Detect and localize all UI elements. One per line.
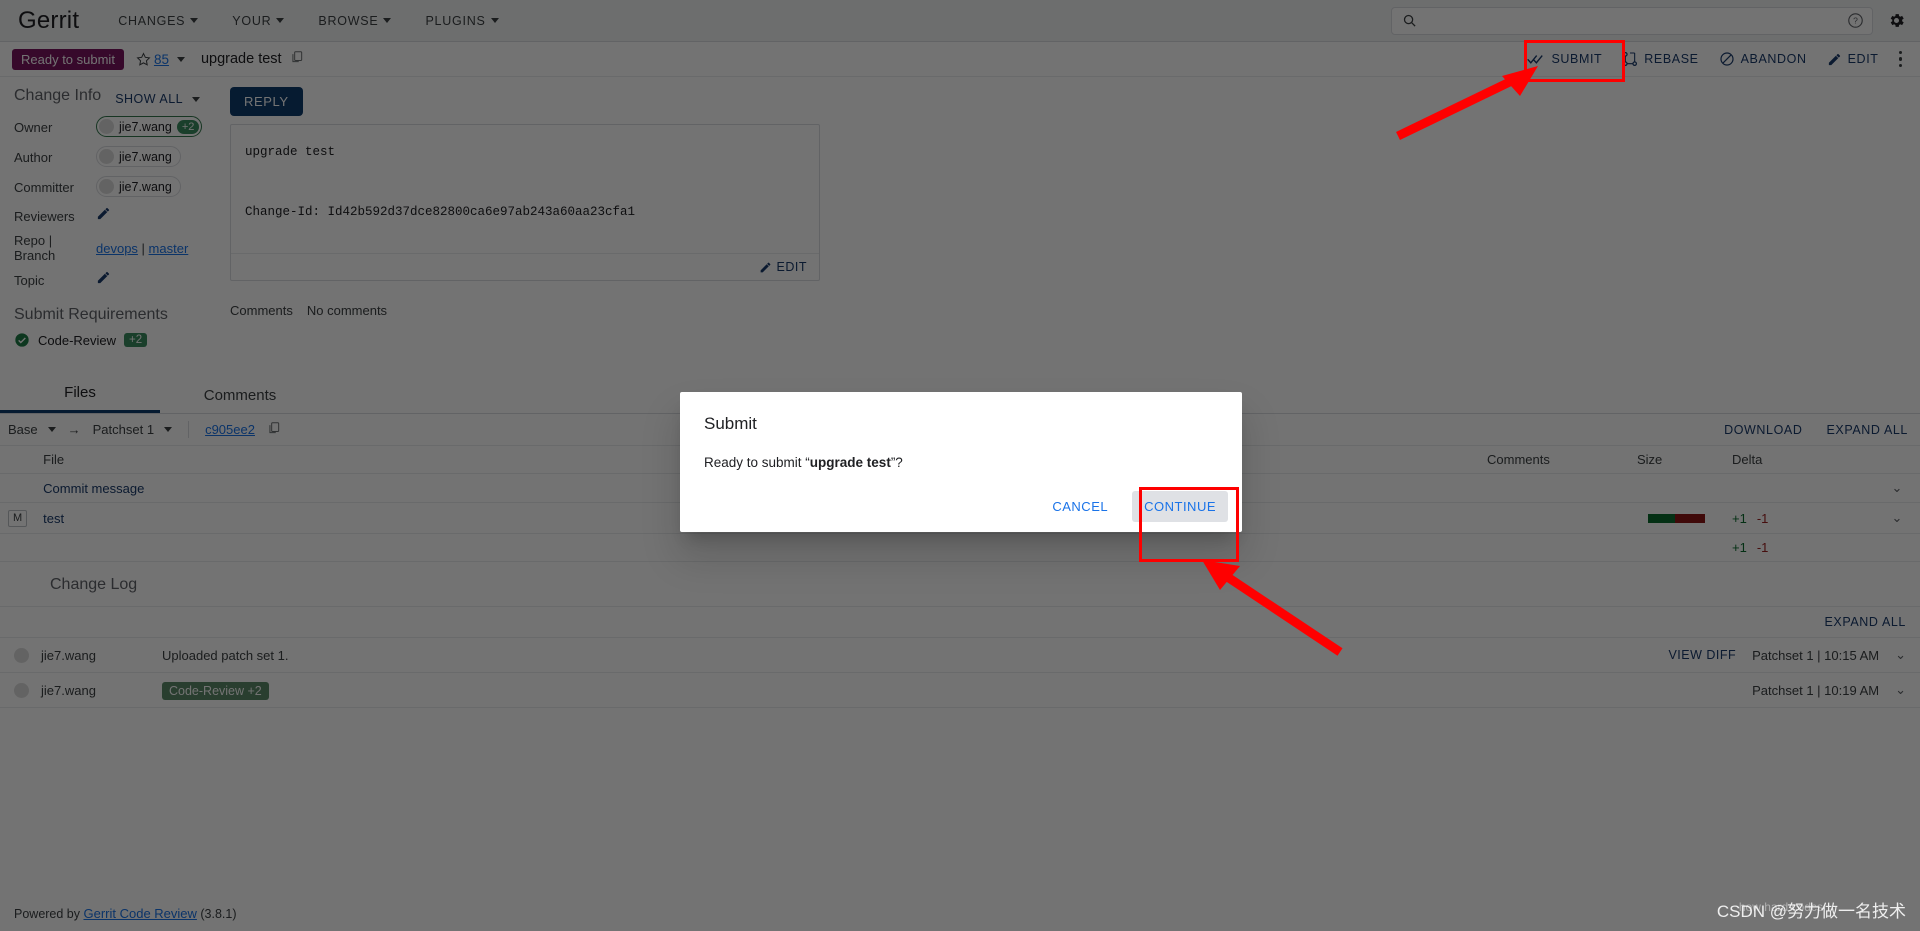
dialog-title: Submit	[704, 414, 757, 433]
csdn-watermark: CSDN @努力做一名技术 how hard codcs	[1717, 897, 1906, 922]
dialog-body-prefix: Ready to submit “	[704, 455, 810, 470]
dialog-actions: CANCEL CONTINUE	[1042, 491, 1228, 522]
dialog-body: Ready to submit “upgrade test”?	[704, 455, 1218, 470]
continue-button[interactable]: CONTINUE	[1132, 491, 1228, 522]
submit-confirm-dialog: Submit Ready to submit “upgrade test”? C…	[680, 392, 1242, 532]
cancel-button[interactable]: CANCEL	[1042, 491, 1118, 522]
dialog-body-suffix: ”?	[890, 455, 903, 470]
dialog-body-subject: upgrade test	[809, 455, 891, 470]
watermark-ghost-text: how hard codcs	[1738, 900, 1823, 914]
